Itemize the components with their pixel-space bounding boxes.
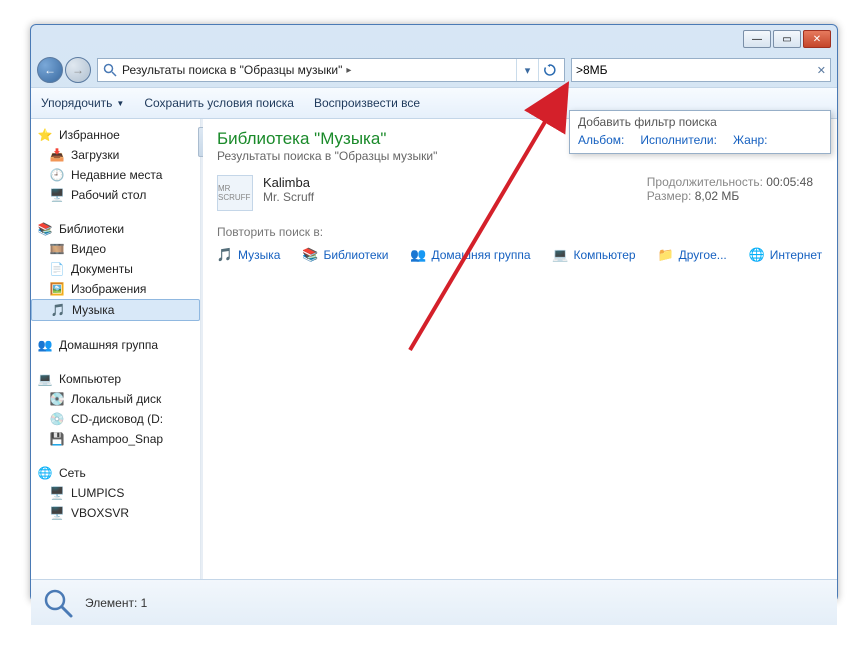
homegroup-icon: 👥 xyxy=(410,247,426,263)
play-all-button[interactable]: Воспроизвести все xyxy=(314,96,420,110)
video-icon: 🎞️ xyxy=(49,241,65,257)
sidebar-favorites[interactable]: ⭐ Избранное xyxy=(31,125,200,145)
search-folder-icon xyxy=(102,62,118,78)
album-art-icon: MR SCRUFF xyxy=(217,175,253,211)
repeat-custom[interactable]: 📁Другое... xyxy=(658,247,727,263)
recent-icon: 🕘 xyxy=(49,167,65,183)
forward-button[interactable]: → xyxy=(65,57,91,83)
sidebar-item-documents[interactable]: 📄 Документы xyxy=(31,259,200,279)
repeat-homegroup[interactable]: 👥Домашняя группа xyxy=(410,247,530,263)
search-box[interactable]: ✕ xyxy=(571,58,831,82)
sidebar: ⭐ Избранное 📥 Загрузки 🕘 Недавние места … xyxy=(31,119,201,579)
sidebar-item-lumpics[interactable]: 🖥️ LUMPICS xyxy=(31,483,200,503)
computer-icon: 💻 xyxy=(553,247,569,263)
save-search-button[interactable]: Сохранить условия поиска xyxy=(144,96,294,110)
drive-icon: 💾 xyxy=(49,431,65,447)
sidebar-libraries[interactable]: 📚 Библиотеки xyxy=(31,219,200,239)
address-bar[interactable]: Результаты поиска в "Образцы музыки" ▸ ▾ xyxy=(97,58,565,82)
sidebar-network[interactable]: 🌐 Сеть xyxy=(31,463,200,483)
downloads-icon: 📥 xyxy=(49,147,65,163)
repeat-libraries[interactable]: 📚Библиотеки xyxy=(302,247,388,263)
repeat-search-row: 🎵Музыка 📚Библиотеки 👥Домашняя группа 💻Ко… xyxy=(217,247,823,263)
computer-icon: 💻 xyxy=(37,371,53,387)
body: ⭐ Избранное 📥 Загрузки 🕘 Недавние места … xyxy=(31,119,837,579)
document-icon: 📄 xyxy=(49,261,65,277)
refresh-button[interactable] xyxy=(538,59,560,81)
libraries-icon: 📚 xyxy=(302,247,318,263)
disk-icon: 💽 xyxy=(49,391,65,407)
repeat-internet[interactable]: 🌐Интернет xyxy=(749,247,822,263)
sidebar-item-pictures[interactable]: 🖼️ Изображения xyxy=(31,279,200,299)
minimize-button[interactable]: — xyxy=(743,30,771,48)
content-pane: Библиотека "Музыка" Результаты поиска в … xyxy=(203,119,837,579)
repeat-music[interactable]: 🎵Музыка xyxy=(217,247,280,263)
result-artist: Mr. Scruff xyxy=(263,190,637,204)
sidebar-homegroup[interactable]: 👥 Домашняя группа xyxy=(31,335,200,355)
organize-button[interactable]: Упорядочить▼ xyxy=(41,96,124,110)
homegroup-icon: 👥 xyxy=(37,337,53,353)
sidebar-item-video[interactable]: 🎞️ Видео xyxy=(31,239,200,259)
star-icon: ⭐ xyxy=(37,127,53,143)
navbar: ← → Результаты поиска в "Образцы музыки"… xyxy=(31,53,837,87)
result-item[interactable]: MR SCRUFF Kalimba Mr. Scruff Продолжител… xyxy=(217,175,823,211)
sidebar-item-downloads[interactable]: 📥 Загрузки xyxy=(31,145,200,165)
search-input[interactable] xyxy=(576,63,817,77)
sidebar-item-local-disk[interactable]: 💽 Локальный диск xyxy=(31,389,200,409)
filter-album[interactable]: Альбом: xyxy=(578,133,624,147)
sidebar-item-vboxsvr[interactable]: 🖥️ VBOXSVR xyxy=(31,503,200,523)
result-name: Kalimba xyxy=(263,175,637,190)
breadcrumb[interactable]: Результаты поиска в "Образцы музыки" xyxy=(122,63,342,77)
globe-icon: 🌐 xyxy=(749,247,765,263)
breadcrumb-dropdown-button[interactable]: ▾ xyxy=(516,59,538,81)
cd-icon: 💿 xyxy=(49,411,65,427)
sidebar-computer[interactable]: 💻 Компьютер xyxy=(31,369,200,389)
result-size: 8,02 МБ xyxy=(695,189,740,203)
picture-icon: 🖼️ xyxy=(49,281,65,297)
sidebar-item-desktop[interactable]: 🖥️ Рабочий стол xyxy=(31,185,200,205)
folder-icon: 📁 xyxy=(658,247,674,263)
magnifier-icon xyxy=(41,586,75,620)
repeat-computer[interactable]: 💻Компьютер xyxy=(553,247,636,263)
repeat-search-header: Повторить поиск в: xyxy=(217,225,823,239)
clear-search-icon[interactable]: ✕ xyxy=(817,64,826,77)
desktop-icon: 🖥️ xyxy=(49,187,65,203)
close-button[interactable]: ✕ xyxy=(803,30,831,48)
pc-icon: 🖥️ xyxy=(49,485,65,501)
search-filter-popup: Добавить фильтр поиска Альбом: Исполните… xyxy=(569,110,831,154)
sidebar-item-recent[interactable]: 🕘 Недавние места xyxy=(31,165,200,185)
statusbar: Элемент: 1 xyxy=(31,579,837,625)
titlebar: — ▭ ✕ xyxy=(31,25,837,53)
music-icon: 🎵 xyxy=(50,302,66,318)
network-icon: 🌐 xyxy=(37,465,53,481)
search-popup-header: Добавить фильтр поиска xyxy=(578,115,822,129)
pc-icon: 🖥️ xyxy=(49,505,65,521)
sidebar-item-cd-drive[interactable]: 💿 CD-дисковод (D: xyxy=(31,409,200,429)
sidebar-item-music[interactable]: 🎵 Музыка xyxy=(31,299,200,321)
filter-genre[interactable]: Жанр: xyxy=(733,133,768,147)
result-duration: 00:05:48 xyxy=(766,175,813,189)
back-button[interactable]: ← xyxy=(37,57,63,83)
explorer-window: — ▭ ✕ ← → Результаты поиска в "Образцы м… xyxy=(30,24,838,602)
libraries-icon: 📚 xyxy=(37,221,53,237)
music-icon: 🎵 xyxy=(217,247,233,263)
filter-artists[interactable]: Исполнители: xyxy=(640,133,717,147)
maximize-button[interactable]: ▭ xyxy=(773,30,801,48)
breadcrumb-arrow-icon[interactable]: ▸ xyxy=(346,65,351,76)
status-text: Элемент: 1 xyxy=(85,596,147,610)
sidebar-item-ashampoo[interactable]: 💾 Ashampoo_Snap xyxy=(31,429,200,449)
